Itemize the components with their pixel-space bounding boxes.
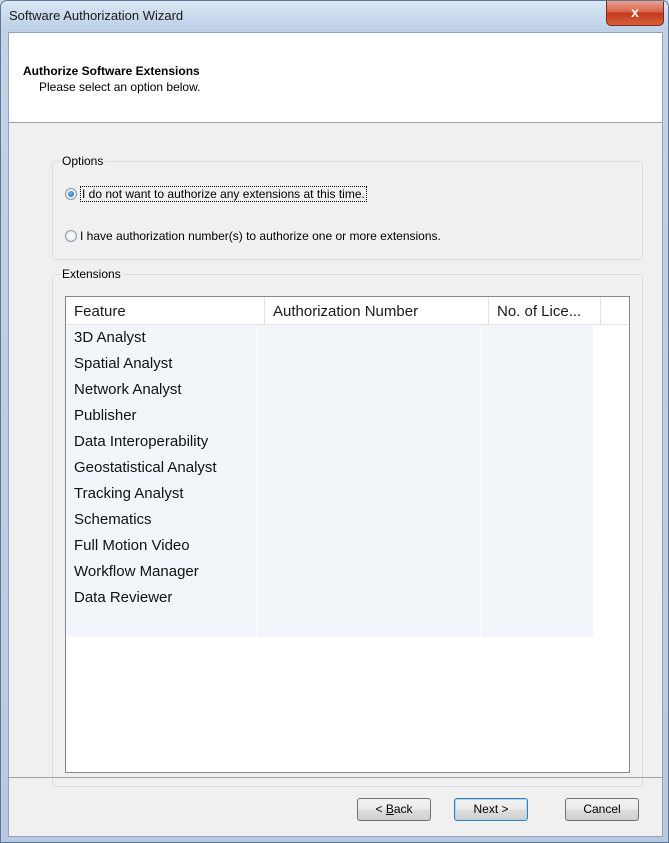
table-row[interactable]: Geostatistical Analyst [66,455,593,481]
feature-cell: Data Interoperability [66,429,257,455]
feature-cell: Tracking Analyst [66,481,257,507]
authorization-number-cell[interactable] [257,481,481,507]
authorization-number-cell[interactable] [257,585,481,611]
feature-cell: Schematics [66,507,257,533]
extensions-group: Extensions Feature Authorization Number … [52,267,643,787]
option-no-authorize[interactable]: I do not want to authorize any extension… [65,186,367,202]
column-header-licenses[interactable]: No. of Lice... [489,297,601,324]
table-row[interactable]: Data Interoperability [66,429,593,455]
option-no-authorize-label: I do not want to authorize any extension… [80,186,367,202]
option-have-authorization[interactable]: I have authorization number(s) to author… [65,229,441,243]
feature-cell: Geostatistical Analyst [66,455,257,481]
window-title: Software Authorization Wizard [9,8,184,23]
feature-cell: Spatial Analyst [66,351,257,377]
authorization-number-cell[interactable] [257,455,481,481]
radio-selected-icon[interactable] [65,188,77,200]
title-bar[interactable]: Software Authorization Wizard x [1,1,668,31]
licenses-cell[interactable] [481,481,593,507]
licenses-cell[interactable] [481,403,593,429]
radio-unselected-icon[interactable] [65,230,77,242]
authorization-number-cell[interactable] [257,325,481,351]
wizard-window: Software Authorization Wizard x Authoriz… [0,0,669,843]
licenses-cell[interactable] [481,325,593,351]
page-title: Authorize Software Extensions [23,64,200,78]
feature-cell: Full Motion Video [66,533,257,559]
list-header: Feature Authorization Number No. of Lice… [66,297,629,325]
licenses-cell[interactable] [481,429,593,455]
licenses-cell[interactable] [481,455,593,481]
table-row[interactable]: Network Analyst [66,377,593,403]
close-button[interactable]: x [606,1,664,26]
authorization-number-cell[interactable] [257,559,481,585]
table-row[interactable]: 3D Analyst [66,325,593,351]
back-button-label: ack [393,802,413,816]
table-row[interactable]: Data Reviewer [66,585,593,611]
licenses-cell[interactable] [481,559,593,585]
feature-cell: Publisher [66,403,257,429]
authorization-number-cell[interactable] [257,611,481,637]
authorization-number-cell[interactable] [257,429,481,455]
feature-cell: Workflow Manager [66,559,257,585]
column-header-authorization-number[interactable]: Authorization Number [265,297,489,324]
feature-cell: Network Analyst [66,377,257,403]
table-row[interactable]: Tracking Analyst [66,481,593,507]
next-button[interactable]: Next > [454,798,528,821]
licenses-cell[interactable] [481,507,593,533]
list-rows: 3D Analyst Spatial Analyst Network Analy… [66,325,593,637]
extensions-list[interactable]: Feature Authorization Number No. of Lice… [65,296,630,773]
licenses-cell[interactable] [481,351,593,377]
column-header-feature[interactable]: Feature [66,297,265,324]
authorization-number-cell[interactable] [257,507,481,533]
options-group: Options I do not want to authorize any e… [52,154,643,260]
licenses-cell[interactable] [481,611,593,637]
authorization-number-cell[interactable] [257,533,481,559]
option-have-authorization-label: I have authorization number(s) to author… [80,229,441,243]
table-row[interactable]: Spatial Analyst [66,351,593,377]
table-row[interactable]: Workflow Manager [66,559,593,585]
page-subtitle: Please select an option below. [39,80,201,94]
feature-cell: 3D Analyst [66,325,257,351]
authorization-number-cell[interactable] [257,377,481,403]
table-row[interactable] [66,611,593,637]
licenses-cell[interactable] [481,533,593,559]
table-row[interactable]: Schematics [66,507,593,533]
feature-cell: Data Reviewer [66,585,257,611]
footer-divider [9,777,662,778]
back-accelerator-key: B [385,802,394,816]
cancel-button[interactable]: Cancel [565,798,639,821]
dialog-body: Authorize Software Extensions Please sel… [8,32,663,837]
table-row[interactable]: Full Motion Video [66,533,593,559]
close-icon: x [631,4,639,20]
table-row[interactable]: Publisher [66,403,593,429]
back-button-prefix: < [375,802,386,816]
extensions-group-label: Extensions [60,267,123,281]
authorization-number-cell[interactable] [257,351,481,377]
licenses-cell[interactable] [481,585,593,611]
feature-cell [66,611,257,637]
licenses-cell[interactable] [481,377,593,403]
back-button[interactable]: < Back [357,798,431,821]
options-group-label: Options [60,154,106,168]
wizard-header: Authorize Software Extensions Please sel… [9,33,662,123]
authorization-number-cell[interactable] [257,403,481,429]
